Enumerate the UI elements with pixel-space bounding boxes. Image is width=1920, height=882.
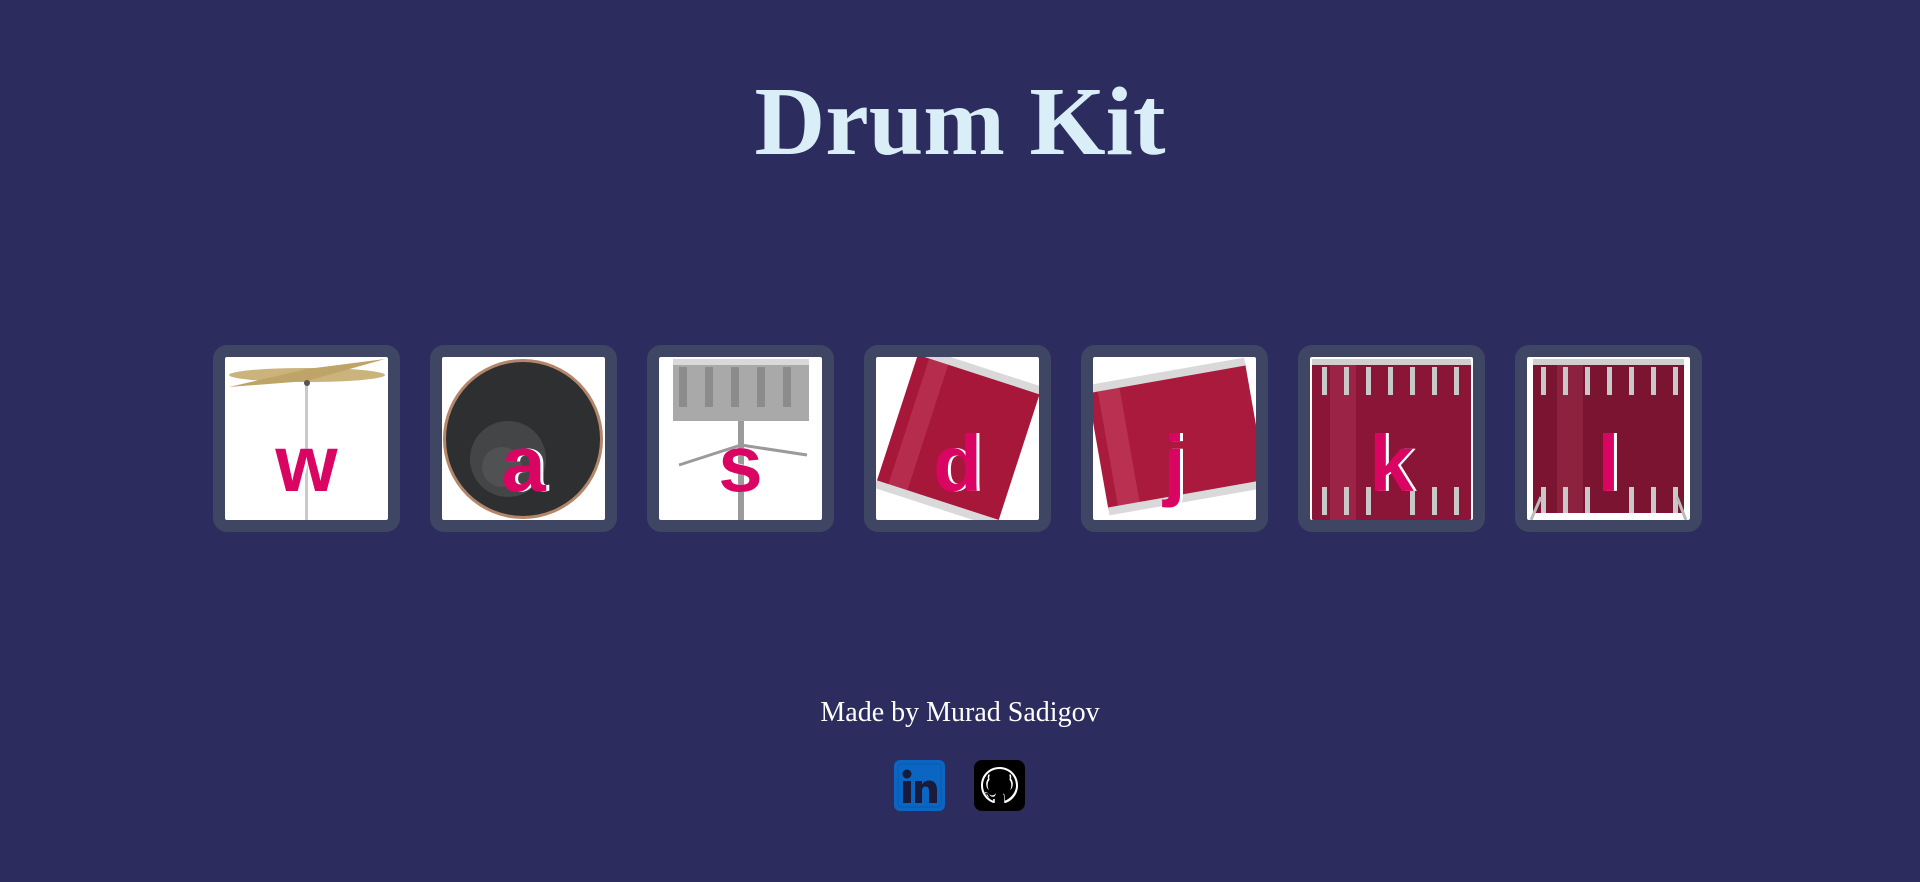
social-links: [894, 760, 1025, 811]
drum-set: w a s d j k l: [213, 345, 1702, 532]
drum-key-letter: l: [1597, 419, 1620, 508]
drum-key-letter: k: [1369, 419, 1414, 508]
drum-button-j[interactable]: j: [1081, 345, 1268, 532]
linkedin-link[interactable]: [894, 760, 945, 811]
drum-button-a[interactable]: a: [430, 345, 617, 532]
drum-key-letter: s: [718, 419, 763, 508]
drum-key-letter: j: [1163, 419, 1186, 508]
drum-image: j: [1093, 357, 1256, 520]
footer-credit: Made by Murad Sadigov: [820, 697, 1100, 728]
github-link[interactable]: [974, 760, 1025, 811]
drum-image: a: [442, 357, 605, 520]
drum-key-letter: d: [933, 419, 982, 508]
github-icon: [974, 760, 1025, 811]
drum-button-w[interactable]: w: [213, 345, 400, 532]
drum-image: k: [1310, 357, 1473, 520]
drum-key-letter: w: [275, 419, 338, 508]
drum-image: l: [1527, 357, 1690, 520]
drum-image: s: [659, 357, 822, 520]
drum-button-l[interactable]: l: [1515, 345, 1702, 532]
drum-button-s[interactable]: s: [647, 345, 834, 532]
drum-button-k[interactable]: k: [1298, 345, 1485, 532]
drum-image: w: [225, 357, 388, 520]
drum-button-d[interactable]: d: [864, 345, 1051, 532]
page-title: Drum Kit: [754, 68, 1166, 176]
drum-key-letter: a: [501, 419, 546, 508]
drum-image: d: [876, 357, 1039, 520]
linkedin-icon: [894, 760, 945, 811]
